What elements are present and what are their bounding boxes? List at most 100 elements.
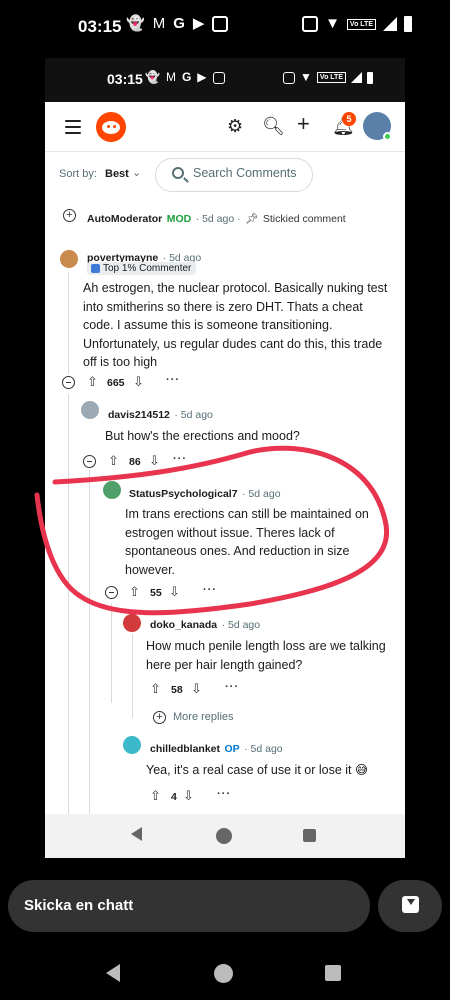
thread-line: [111, 603, 112, 703]
gmail-icon: M: [165, 70, 176, 84]
status-time: 03:15: [78, 17, 122, 36]
search-icon: [172, 167, 184, 179]
comment-score: 86: [129, 456, 141, 468]
nfc-icon: [302, 16, 319, 32]
user-avatar[interactable]: [363, 112, 392, 141]
more-options-icon[interactable]: ···: [217, 788, 231, 800]
stickied-label: Stickied comment: [262, 213, 346, 225]
notification-badge: 5: [342, 112, 356, 126]
sort-dropdown[interactable]: Best: [105, 168, 129, 180]
comment-username[interactable]: AutoModerator: [87, 213, 162, 225]
mod-tag: MOD: [166, 213, 192, 225]
chat-placeholder: Skicka en chatt: [24, 897, 134, 914]
avatar[interactable]: [103, 481, 121, 499]
comment-time: · 5d ago ·: [195, 213, 241, 225]
comment-header: doko_kanada · 5d ago: [150, 615, 260, 633]
calendar-icon: [212, 16, 229, 32]
comment-score: 55: [150, 587, 162, 599]
home-icon[interactable]: [214, 964, 233, 983]
inner-status-bar: 03:15 👻 M G ▶ ▼ Vo LTE: [45, 58, 405, 102]
downvote-icon[interactable]: ⇩: [149, 454, 160, 468]
more-replies-icon[interactable]: +: [153, 711, 166, 724]
chat-bubble-icon: [402, 896, 419, 913]
chat-send-button[interactable]: [378, 880, 442, 932]
google-icon: G: [181, 70, 192, 84]
reddit-logo[interactable]: [96, 112, 126, 142]
comment-username[interactable]: davis214512: [108, 409, 170, 421]
comment-body: How much penile length loss are we talki…: [146, 639, 386, 672]
thread-line: [132, 634, 133, 718]
snapchat-icon: 👻: [126, 15, 145, 32]
upvote-icon[interactable]: ⇧: [108, 454, 119, 468]
comment-time: · 5d ago: [242, 488, 281, 500]
youtube-icon: ▶: [197, 70, 207, 84]
communities-icon[interactable]: ⚙: [227, 116, 243, 136]
downvote-icon[interactable]: ⇩: [133, 375, 144, 389]
upvote-icon[interactable]: ⇧: [129, 585, 140, 599]
sort-label: Sort by:: [59, 168, 97, 180]
comment-time: · 5d ago: [244, 743, 283, 755]
signal-icon: [351, 72, 362, 83]
nfc-icon: [283, 71, 296, 84]
search-comments-box[interactable]: [155, 158, 313, 192]
wifi-icon: ▼: [325, 15, 340, 32]
avatar[interactable]: [60, 250, 78, 268]
recent-apps-icon[interactable]: [303, 829, 316, 842]
calendar-icon: [212, 71, 225, 84]
upvote-icon[interactable]: ⇧: [150, 789, 161, 803]
collapse-icon[interactable]: [105, 586, 118, 599]
chevron-down-icon[interactable]: ⌄: [132, 166, 141, 179]
create-post-icon[interactable]: +: [297, 113, 310, 135]
more-replies-link[interactable]: More replies: [173, 711, 234, 723]
menu-icon[interactable]: [65, 120, 81, 134]
pin-icon: 📌︎: [245, 213, 259, 225]
youtube-icon: ▶: [192, 15, 205, 32]
inner-status-right-icons: ▼ Vo LTE: [283, 71, 373, 84]
comment-time: · 5d ago: [221, 619, 261, 631]
home-icon[interactable]: [216, 828, 232, 844]
phone-status-bar: 03:15 👻 M G ▶ ▼ Vo LTE: [0, 0, 450, 56]
comment-score: 4: [171, 791, 177, 803]
search-comments-input[interactable]: [193, 166, 308, 180]
comment-username[interactable]: doko_kanada: [150, 619, 217, 631]
back-icon[interactable]: [106, 964, 120, 982]
automod-header: AutoModerator MOD · 5d ago · 📌︎ Stickied…: [87, 209, 346, 227]
thread-line: [89, 470, 90, 814]
reddit-screenshot: 03:15 👻 M G ▶ ▼ Vo LTE ⚙ 🔍︎ + 🔔︎ 5 Sort …: [45, 58, 405, 858]
back-icon[interactable]: [131, 827, 142, 841]
battery-icon: [367, 71, 373, 84]
comment-body: But how's the erections and mood?: [105, 429, 300, 443]
avatar[interactable]: [81, 401, 99, 419]
comment-username[interactable]: StatusPsychological7: [129, 488, 238, 500]
avatar[interactable]: [123, 736, 141, 754]
inner-status-left-icons: 👻 M G ▶: [145, 71, 225, 84]
search-icon[interactable]: 🔍︎: [262, 116, 285, 136]
expand-icon[interactable]: +: [63, 209, 76, 222]
user-flair: Top 1% Commenter: [87, 262, 197, 275]
downvote-icon[interactable]: ⇩: [169, 585, 180, 599]
upvote-icon[interactable]: ⇧: [87, 375, 98, 389]
system-nav-bar: [0, 945, 450, 1000]
gmail-icon: M: [152, 15, 166, 32]
battery-icon: [404, 16, 412, 32]
comment-score: 58: [171, 684, 183, 696]
more-options-icon[interactable]: ···: [166, 374, 180, 386]
avatar[interactable]: [123, 614, 141, 632]
downvote-icon[interactable]: ⇩: [191, 682, 202, 696]
sort-bar: Sort by: Best ⌄: [45, 154, 405, 198]
collapse-icon[interactable]: [83, 455, 96, 468]
upvote-icon[interactable]: ⇧: [150, 682, 161, 696]
online-indicator: [383, 132, 392, 141]
google-icon: G: [173, 15, 185, 32]
inner-nav-bar: [45, 814, 405, 858]
more-options-icon[interactable]: ···: [225, 681, 239, 693]
signal-icon: [383, 17, 397, 31]
chat-input[interactable]: Skicka en chatt: [8, 880, 370, 932]
more-options-icon[interactable]: ···: [173, 453, 187, 465]
downvote-icon[interactable]: ⇩: [183, 789, 194, 803]
more-options-icon[interactable]: ···: [203, 584, 217, 596]
recent-apps-icon[interactable]: [325, 965, 341, 981]
comment-username[interactable]: chilledblanket: [150, 743, 220, 755]
comment-header: chilledblanket OP · 5d ago: [150, 739, 283, 757]
collapse-icon[interactable]: [62, 376, 75, 389]
